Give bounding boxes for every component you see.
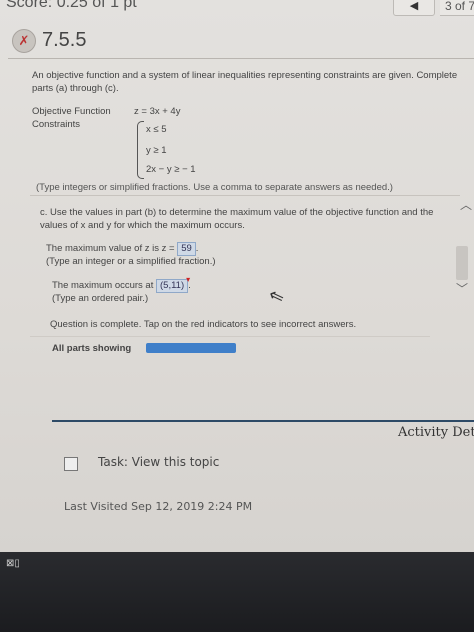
previous-question-button[interactable]: ◀ — [393, 0, 435, 16]
max-occurs-answer-box[interactable]: (5,11) ▾ — [156, 276, 190, 293]
part-b-hint: (Type integers or simplified fractions. … — [36, 182, 393, 193]
constraints-label: Constraints — [32, 119, 81, 130]
max-value-label: The maximum value of z is z = — [46, 243, 175, 254]
max-occurs-label: The maximum occurs at — [52, 280, 154, 291]
top-bar: Score: 0.25 of 1 pt ◀ 3 of 7 — [0, 0, 474, 18]
constraint-1: x ≤ 5 — [146, 124, 167, 135]
scrollbar-thumb[interactable] — [456, 246, 468, 280]
page-counter: 3 of 7 — [440, 0, 474, 16]
completion-status: Question is complete. Tap on the red ind… — [50, 319, 357, 330]
all-parts-progress-bar — [146, 343, 236, 353]
objective-function-label: Objective Function — [32, 106, 111, 117]
all-parts-label: All parts showing — [52, 343, 132, 354]
last-visited-text: Last Visited Sep 12, 2019 2:24 PM — [64, 500, 253, 513]
mouse-cursor-icon: ⇖ — [265, 284, 287, 309]
partially-correct-icon: ✗ — [12, 29, 36, 53]
constraint-2: y ≥ 1 — [146, 145, 167, 156]
task-label: Task: View this topic — [98, 455, 220, 469]
incorrect-indicator-icon[interactable]: ▾ — [186, 276, 190, 284]
chevron-down-icon[interactable]: ﹀ — [456, 280, 468, 297]
activity-details-heading: Activity Det — [398, 425, 474, 440]
max-value-row: The maximum value of z is z = 59. — [46, 242, 199, 256]
divider — [8, 58, 474, 59]
part-c-instruction: c. Use the values in part (b) to determi… — [40, 207, 434, 231]
max-value-answer: 59 — [181, 243, 192, 254]
divider — [30, 195, 460, 196]
max-occurs-hint: (Type an ordered pair.) — [52, 293, 149, 304]
divider — [30, 336, 430, 337]
window-icon: ⊠▯ — [6, 558, 20, 569]
max-occurs-row: The maximum occurs at (5,11) ▾. — [52, 275, 191, 293]
monitor-bezel — [0, 552, 474, 632]
question-intro: An objective function and a system of li… — [32, 70, 458, 94]
max-value-hint: (Type an integer or a simplified fractio… — [46, 256, 216, 267]
screen: Score: 0.25 of 1 pt ◀ 3 of 7 ✗ 7.5.5 An … — [0, 0, 474, 552]
section-divider — [52, 420, 474, 422]
objective-function: z = 3x + 4y — [134, 106, 181, 117]
max-occurs-answer: (5,11) — [160, 280, 185, 291]
constraint-3: 2x − y ≥ − 1 — [146, 164, 196, 175]
chevron-up-icon[interactable]: ︿ — [460, 196, 472, 213]
chevron-left-icon: ◀ — [409, 0, 419, 12]
max-value-answer-box[interactable]: 59 — [177, 242, 196, 256]
constraints-brace — [137, 121, 144, 179]
task-checkbox[interactable] — [64, 457, 78, 471]
score-text: Score: 0.25 of 1 pt — [6, 0, 137, 11]
question-number: 7.5.5 — [42, 29, 87, 51]
